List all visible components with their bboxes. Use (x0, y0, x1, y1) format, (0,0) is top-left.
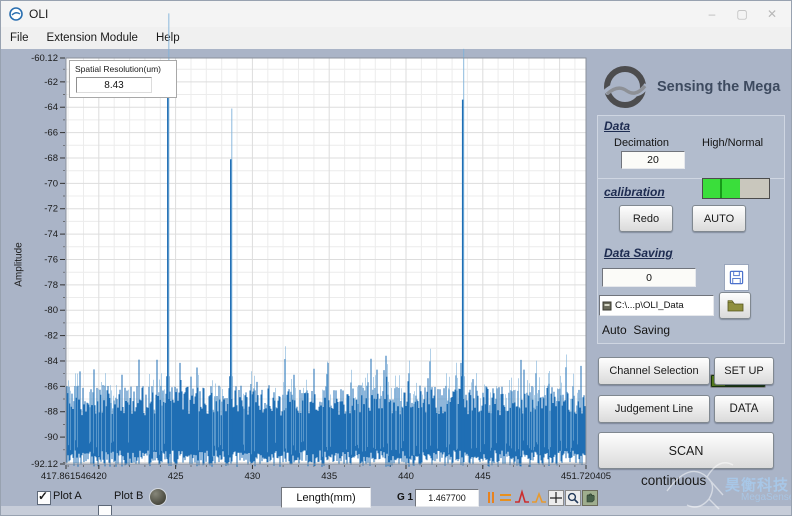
svg-text:-70: -70 (44, 178, 58, 189)
plot-a-checkbox[interactable] (37, 491, 51, 505)
data-button[interactable]: DATA (714, 395, 774, 423)
browse-folder-button[interactable] (719, 292, 751, 319)
svg-text:-86: -86 (44, 381, 58, 392)
svg-text:-68: -68 (44, 153, 58, 164)
decimation-label: Decimation (614, 137, 669, 149)
brand-text: Sensing the Mega (657, 79, 780, 95)
data-section-title: Data (604, 119, 630, 133)
svg-text:451.720405: 451.720405 (561, 471, 611, 482)
toggle-divider (720, 179, 722, 198)
svg-text:-78: -78 (44, 280, 58, 291)
calibration-saving-group-box (597, 178, 785, 344)
spatial-resolution-value: 8.43 (76, 77, 152, 93)
cursor-tool-icon[interactable] (548, 489, 564, 506)
plot-a-label: Plot A (53, 490, 82, 502)
scan-button[interactable]: SCAN (598, 432, 774, 469)
svg-text:-82: -82 (44, 331, 58, 342)
g1-label: G 1 (397, 492, 413, 503)
svg-text:-90: -90 (44, 432, 58, 443)
svg-text:-88: -88 (44, 407, 58, 418)
svg-text:430: 430 (244, 471, 260, 482)
autoscale-x-icon[interactable] (514, 489, 530, 506)
continuous-label: continuous (641, 473, 706, 488)
svg-text:-80: -80 (44, 305, 58, 316)
menu-extension-module[interactable]: Extension Module (38, 32, 147, 44)
auto-saving-label: Auto Saving (602, 323, 670, 337)
svg-text:-62: -62 (44, 77, 58, 88)
svg-text:-60.12: -60.12 (31, 53, 58, 64)
menu-bar: File Extension Module Help (1, 27, 791, 50)
svg-text:425: 425 (168, 471, 184, 482)
pan-tool-icon[interactable] (582, 489, 598, 506)
svg-text:420: 420 (91, 471, 107, 482)
channel-selection-button[interactable]: Channel Selection (598, 357, 710, 385)
calibration-section-title: calibration (604, 185, 665, 199)
svg-text:445: 445 (475, 471, 491, 482)
data-saving-section-title: Data Saving (604, 246, 673, 260)
save-path-text: C:\...p\OLI_Data (615, 300, 684, 311)
bottom-strip (1, 506, 791, 515)
svg-text:-72: -72 (44, 204, 58, 215)
setup-button[interactable]: SET UP (714, 357, 774, 385)
plot-b-checkbox[interactable] (98, 505, 112, 516)
menu-file[interactable]: File (1, 32, 38, 44)
svg-text:-74: -74 (44, 229, 58, 240)
decimation-input[interactable]: 20 (621, 151, 685, 169)
g1-value-box[interactable]: 1.467700 (415, 489, 479, 507)
svg-text:-84: -84 (44, 356, 58, 367)
svg-text:-64: -64 (44, 102, 58, 113)
scale-lock-x-icon[interactable] (485, 489, 497, 506)
maximize-button[interactable]: ▢ (727, 7, 757, 21)
title-bar: OLI – ▢ ✕ (1, 1, 791, 27)
status-led (149, 488, 167, 506)
judgement-line-button[interactable]: Judgement Line (598, 395, 710, 423)
plot-b-label: Plot B (114, 490, 143, 502)
svg-text:440: 440 (398, 471, 414, 482)
saving-counter-input[interactable]: 0 (602, 268, 696, 287)
app-logo-icon (9, 7, 23, 21)
menu-help[interactable]: Help (147, 32, 189, 44)
svg-text:435: 435 (321, 471, 337, 482)
app-window: OLI – ▢ ✕ File Extension Module Help Amp… (0, 0, 792, 516)
close-button[interactable]: ✕ (757, 7, 787, 21)
spatial-resolution-box: Spatial Resolution(um) 8.43 (69, 60, 177, 98)
redo-button[interactable]: Redo (619, 205, 673, 232)
scale-lock-y-icon[interactable] (498, 489, 513, 506)
svg-text:417.861546: 417.861546 (41, 471, 91, 482)
svg-text:-92.12: -92.12 (31, 459, 58, 470)
svg-text:-76: -76 (44, 254, 58, 265)
high-normal-label: High/Normal (702, 137, 763, 149)
graph-palette (485, 488, 598, 506)
brand-logo-icon (601, 63, 649, 111)
folder-icon (727, 299, 744, 312)
save-path-input[interactable]: C:\...p\OLI_Data (599, 295, 714, 316)
high-normal-toggle[interactable] (702, 178, 770, 199)
floppy-disk-icon (729, 270, 744, 285)
svg-text:-66: -66 (44, 128, 58, 139)
autoscale-y-icon[interactable] (531, 489, 547, 506)
waveform-graph[interactable]: -60.12 -62 -64 -66 -68 -70 -72 -74 -76 -78 -80 -82 -… (11, 49, 609, 487)
spatial-resolution-label: Spatial Resolution(um) (70, 63, 176, 77)
path-control-icon (602, 300, 613, 312)
auto-button[interactable]: AUTO (692, 205, 746, 232)
x-axis-title-box: Length(mm) (281, 487, 371, 508)
zoom-tool-icon[interactable] (565, 489, 581, 506)
save-button[interactable] (724, 264, 749, 291)
minimize-button[interactable]: – (697, 7, 727, 21)
window-title: OLI (29, 7, 48, 21)
